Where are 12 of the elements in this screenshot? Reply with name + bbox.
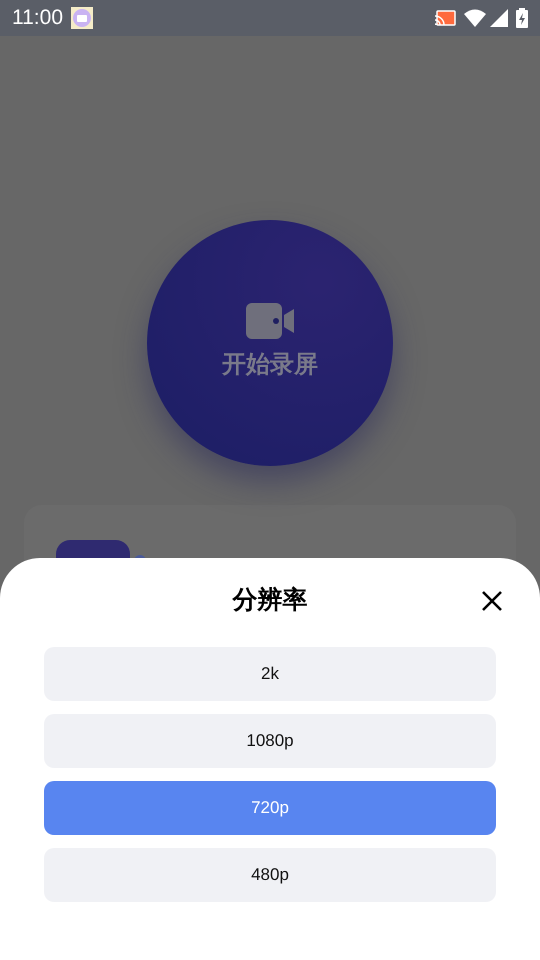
close-icon[interactable] [482,591,502,611]
resolution-option[interactable]: 2k [44,647,496,701]
battery-icon [516,8,528,28]
resolution-option[interactable]: 1080p [44,714,496,768]
status-time: 11:00 [12,5,63,32]
app-notification-icon [71,7,93,29]
video-camera-icon [246,303,294,339]
resolution-option[interactable]: 480p [44,848,496,902]
sheet-title: 分辨率 [232,585,308,616]
wifi-icon [464,9,486,27]
cast-icon [434,10,456,26]
signal-icon [490,9,508,27]
